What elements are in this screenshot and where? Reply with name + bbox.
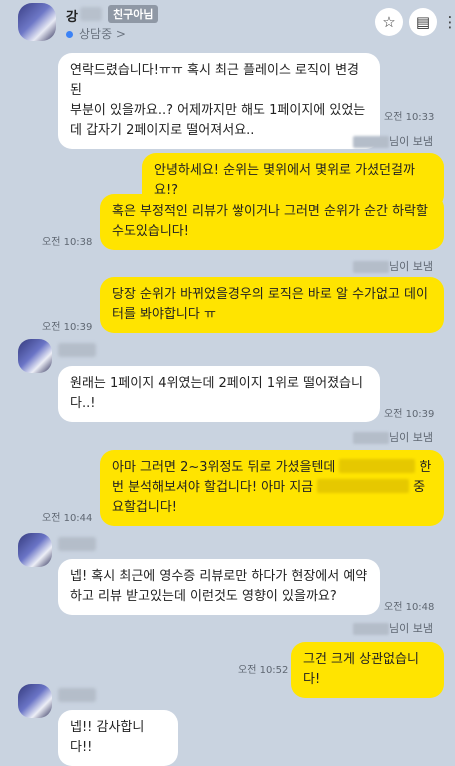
- sender-suffix: 님이 보냄: [389, 622, 433, 635]
- message-bubble-outgoing: 아마 그러면 2~3위정도 뒤로 가셨을텐데 한 번 분석해보셔야 할겁니다! 아…: [100, 450, 444, 526]
- message-time: 오전 10:44: [42, 509, 92, 524]
- message-line: 혹은 부정적인 리뷰가 쌓이거나 그러면 순위가 순간 하락할: [112, 202, 432, 222]
- message-line: 하고 리뷰 받고있는데 이런것도 영향이 있을까요?: [70, 587, 368, 607]
- message-bubble-incoming: 연락드렸습니다!ㅠㅠ 혹시 최근 플레이스 로직이 변경된 부분이 있을까요..…: [58, 53, 380, 149]
- status-badge: 친구아님: [108, 5, 158, 23]
- star-button[interactable]: ☆: [375, 8, 403, 36]
- message-time: 오전 10:39: [384, 405, 434, 420]
- contact-name: 강: [66, 6, 78, 25]
- sender-label: 님이 보냄: [353, 133, 433, 149]
- message-time: 오전 10:33: [384, 108, 434, 123]
- contact-avatar[interactable]: [18, 3, 56, 41]
- message-line: 데 갑자기 2페이지로 떨어져서요..: [70, 121, 368, 141]
- redacted-contact-name: [58, 688, 96, 702]
- message-line: 요할겁니다!: [112, 498, 432, 518]
- sender-suffix: 님이 보냄: [389, 431, 433, 444]
- sender-suffix: 님이 보냄: [389, 260, 433, 273]
- message-line: 다..!: [70, 394, 368, 414]
- message-bubble-outgoing: 당장 순위가 바뀌었을경우의 로직은 바로 알 수가없고 데이 터를 봐야합니다…: [100, 277, 444, 333]
- sender-label: 님이 보냄: [353, 620, 433, 636]
- status-dot-icon: [66, 31, 73, 38]
- sender-label: 님이 보냄: [353, 429, 433, 445]
- message-text: 번 분석해보셔야 할겁니다! 아마 지금: [112, 480, 313, 495]
- redacted-sender: [353, 136, 389, 148]
- consult-status[interactable]: 상담중 >: [66, 25, 126, 42]
- redacted-name: [80, 7, 102, 21]
- consult-status-label: 상담중 >: [79, 27, 126, 41]
- redacted-contact-name: [58, 343, 96, 357]
- contact-avatar[interactable]: [18, 533, 52, 567]
- list-icon: ▤: [416, 13, 430, 31]
- sender-suffix: 님이 보냄: [389, 135, 433, 148]
- message-line: 넵! 혹시 최근에 영수증 리뷰로만 하다가 현장에서 예약: [70, 567, 368, 587]
- more-icon: ⋮: [443, 13, 455, 31]
- message-line: 넵!! 감사합니다!!: [70, 718, 166, 758]
- message-line: 부분이 있을까요..? 어제까지만 해도 1페이지에 있었는: [70, 101, 368, 121]
- message-text: 아마 그러면 2~3위정도 뒤로 가셨을텐데: [112, 460, 335, 475]
- message-line: 그건 크게 상관없습니다!: [303, 650, 432, 690]
- star-icon: ☆: [382, 13, 395, 31]
- redacted-sender: [353, 261, 389, 273]
- message-text: 중: [413, 480, 425, 495]
- message-list[interactable]: 연락드렸습니다!ㅠㅠ 혹시 최근 플레이스 로직이 변경된 부분이 있을까요..…: [0, 48, 455, 728]
- menu-button[interactable]: ▤: [409, 8, 437, 36]
- message-bubble-outgoing: 그건 크게 상관없습니다!: [291, 642, 444, 698]
- redacted-text: [317, 479, 409, 493]
- message-line: 당장 순위가 바뀌었을경우의 로직은 바로 알 수가없고 데이: [112, 285, 432, 305]
- message-bubble-incoming: 넵! 혹시 최근에 영수증 리뷰로만 하다가 현장에서 예약 하고 리뷰 받고있…: [58, 559, 380, 615]
- message-time: 오전 10:39: [42, 318, 92, 333]
- message-bubble-outgoing: 혹은 부정적인 리뷰가 쌓이거나 그러면 순위가 순간 하락할 수도있습니다!: [100, 194, 444, 250]
- redacted-text: [339, 459, 415, 473]
- contact-avatar[interactable]: [18, 684, 52, 718]
- message-line: 원래는 1페이지 4위였는데 2페이지 1위로 떨어졌습니: [70, 374, 368, 394]
- contact-avatar[interactable]: [18, 339, 52, 373]
- message-time: 오전 10:48: [384, 598, 434, 613]
- redacted-sender: [353, 623, 389, 635]
- message-line: 아마 그러면 2~3위정도 뒤로 가셨을텐데 한: [112, 458, 432, 478]
- message-line: 번 분석해보셔야 할겁니다! 아마 지금 중: [112, 478, 432, 498]
- redacted-contact-name: [58, 537, 96, 551]
- message-time: 오전 10:52: [238, 661, 288, 676]
- message-text: 한: [419, 460, 431, 475]
- message-bubble-incoming: 원래는 1페이지 4위였는데 2페이지 1위로 떨어졌습니 다..!: [58, 366, 380, 422]
- sender-label: 님이 보냄: [353, 258, 433, 274]
- message-line: 연락드렸습니다!ㅠㅠ 혹시 최근 플레이스 로직이 변경된: [70, 61, 368, 101]
- message-bubble-incoming: 넵!! 감사합니다!!: [58, 710, 178, 766]
- chat-header: 강 친구아님 상담중 > ☆ ▤ ⋮: [0, 0, 455, 48]
- message-line: 수도있습니다!: [112, 222, 432, 242]
- message-time: 오전 10:38: [42, 233, 92, 248]
- more-button[interactable]: ⋮: [440, 8, 455, 36]
- message-line: 터를 봐야합니다 ㅠ: [112, 305, 432, 325]
- redacted-sender: [353, 432, 389, 444]
